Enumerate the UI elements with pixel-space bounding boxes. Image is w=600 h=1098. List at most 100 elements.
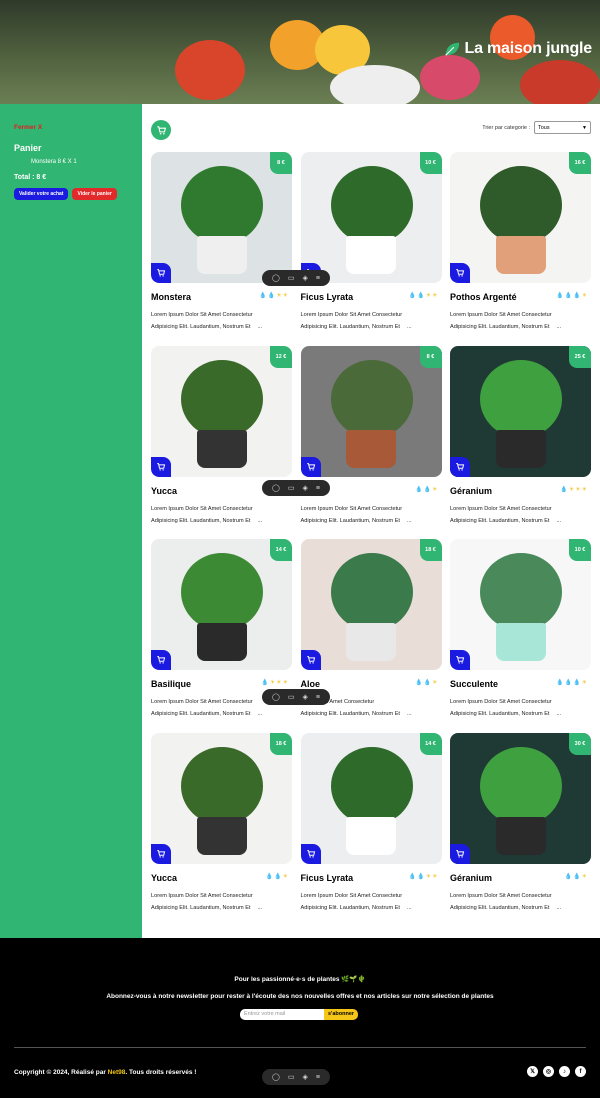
- read-more-ellipsis[interactable]: ...: [407, 711, 412, 717]
- water-drop-icon: 💧: [261, 680, 269, 686]
- product-card[interactable]: 8 € Monstera 💧 💧 ☀ ☀ Lorem Ipsum Dolor Sit Ame…: [151, 152, 292, 332]
- tag-icon[interactable]: ◈: [302, 484, 307, 492]
- cart-sidebar: Fermer X Panier Monstera 8 € X 1 Total :…: [0, 104, 142, 938]
- cart-item: Monstera 8 € X 1: [31, 159, 77, 165]
- newsletter-text: Abonnez-vous à notre newsletter pour res…: [106, 993, 494, 1000]
- product-card[interactable]: 25 € Géranium 💧 ☀ ☀ ☀ Lorem Ipsum Dolor Sit Am…: [450, 345, 591, 527]
- description-line: Adipisicing Elit. Laudantium, Nostrum Et…: [450, 902, 591, 914]
- add-to-cart-button[interactable]: [300, 456, 321, 477]
- floating-toolbar[interactable]: ◯ ▭ ◈ ≡: [262, 480, 330, 496]
- price-badge: 14 €: [419, 732, 442, 755]
- product-card[interactable]: 30 € Géranium 💧 💧 ☀ Lorem Ipsum Dolor Sit Ame…: [450, 732, 591, 914]
- product-image: 25 €: [450, 345, 591, 477]
- product-card[interactable]: 16 € Pothos Argenté 💧 💧 💧 ☀ Lorem Ipsum Dolor …: [450, 152, 591, 332]
- menu-icon[interactable]: ≡: [316, 694, 320, 701]
- validate-purchase-button[interactable]: Valider votre achat: [14, 188, 69, 200]
- email-field[interactable]: Entrez votre mail: [240, 1009, 324, 1020]
- menu-icon[interactable]: ≡: [316, 1074, 320, 1081]
- plant-foliage: [330, 553, 413, 631]
- read-more-ellipsis[interactable]: ...: [258, 518, 263, 524]
- add-to-cart-button[interactable]: [300, 650, 321, 670]
- sun-icon: ☀: [282, 680, 288, 686]
- inbox-icon[interactable]: ▭: [288, 484, 295, 492]
- tag-icon[interactable]: ◈: [302, 274, 307, 282]
- add-to-cart-button[interactable]: [450, 456, 470, 477]
- comment-icon[interactable]: ◯: [272, 693, 280, 701]
- add-to-cart-button[interactable]: [151, 263, 171, 283]
- product-card[interactable]: 8 € 💧 💧 ☀ Lorem Ipsum Dolor Sit Amet Consect…: [300, 345, 442, 526]
- add-to-cart-button[interactable]: [151, 456, 171, 477]
- sun-icon: ☀: [425, 293, 432, 299]
- comment-icon[interactable]: ◯: [272, 484, 280, 492]
- water-drop-icon: 💧: [573, 873, 581, 880]
- open-cart-button[interactable]: [151, 120, 171, 140]
- product-description: Lorem Ipsum Dolor Sit Amet Consectetur Ad…: [450, 503, 591, 527]
- menu-icon[interactable]: ≡: [316, 485, 320, 492]
- read-more-ellipsis[interactable]: ...: [557, 711, 562, 717]
- add-to-cart-button[interactable]: [450, 650, 470, 670]
- brand[interactable]: La maison jungle: [443, 40, 592, 58]
- plant-foliage: [181, 746, 263, 825]
- tag-icon[interactable]: ◈: [302, 1073, 307, 1081]
- comment-icon[interactable]: ◯: [272, 274, 280, 282]
- instagram-icon[interactable]: ◎: [543, 1066, 554, 1077]
- inbox-icon[interactable]: ▭: [288, 1073, 295, 1081]
- read-more-ellipsis[interactable]: ...: [407, 324, 412, 330]
- floating-toolbar[interactable]: ◯ ▭ ◈ ≡: [262, 270, 330, 286]
- sun-icon: ☀: [581, 293, 587, 299]
- tiktok-icon[interactable]: ♪: [559, 1066, 570, 1077]
- inbox-icon[interactable]: ▭: [288, 274, 295, 282]
- description-text: Adipisicing Elit. Laudantium, Nostrum Et: [450, 517, 550, 524]
- product-name: Ficus Lyrata: [300, 292, 354, 302]
- product-card[interactable]: 12 €Yucca💧Lorem Ipsum Dolor Sit Amet Con…: [151, 345, 292, 526]
- read-more-ellipsis[interactable]: ...: [557, 905, 562, 911]
- menu-icon[interactable]: ≡: [316, 275, 320, 282]
- price-badge: 18 €: [419, 539, 442, 561]
- water-drop-icon: 💧: [560, 486, 568, 493]
- sun-icon: ☀: [282, 873, 288, 880]
- description-line: Lorem Ipsum Dolor Sit Amet Consectetur: [450, 699, 552, 705]
- read-more-ellipsis[interactable]: ...: [407, 518, 412, 524]
- read-more-ellipsis[interactable]: ...: [557, 518, 562, 524]
- description-line: Lorem Ipsum Dolor Sit Amet Consectetur: [151, 892, 253, 899]
- add-to-cart-button[interactable]: [450, 263, 470, 283]
- subscribe-button[interactable]: s'abonner: [324, 1009, 359, 1020]
- inbox-icon[interactable]: ▭: [288, 693, 295, 701]
- product-name: Yucca: [151, 485, 178, 496]
- read-more-ellipsis[interactable]: ...: [258, 905, 263, 911]
- empty-cart-button[interactable]: Vider le panier: [72, 188, 117, 200]
- tag-icon[interactable]: ◈: [302, 693, 307, 701]
- add-to-cart-button[interactable]: [300, 843, 321, 864]
- description-line: Lorem Ipsum Dolor Sit Amet Consectetur: [151, 312, 253, 318]
- description-line: Adipisicing Elit. Laudantium, Nostrum Et…: [151, 902, 292, 914]
- product-card[interactable]: 10 € Ficus Lyrata 💧 💧 ☀ ☀ Lorem Ipsum Dolor Si…: [300, 152, 442, 332]
- read-more-ellipsis[interactable]: ...: [258, 711, 263, 717]
- product-card[interactable]: 10 € Succulente 💧 💧 💧 ☀ Lorem Ipsum Dolor Sit …: [450, 539, 591, 719]
- add-to-cart-button[interactable]: [151, 843, 171, 864]
- read-more-ellipsis[interactable]: ...: [407, 905, 412, 911]
- plant-foliage: [330, 359, 413, 438]
- floating-toolbar[interactable]: ◯ ▭ ◈ ≡: [262, 1069, 330, 1085]
- comment-icon[interactable]: ◯: [272, 1073, 280, 1081]
- read-more-ellipsis[interactable]: ...: [557, 324, 562, 330]
- cart-icon: [456, 656, 465, 664]
- close-cart-button[interactable]: Fermer X: [14, 124, 128, 131]
- product-card[interactable]: 18 € Yucca 💧 💧 ☀ Lorem Ipsum Dolor Sit Amet C…: [151, 732, 292, 914]
- author-link[interactable]: Net98: [108, 1069, 126, 1076]
- water-drop-icon: 💧: [564, 293, 573, 299]
- floating-toolbar[interactable]: ◯ ▭ ◈ ≡: [262, 689, 330, 705]
- category-select[interactable]: Tous ▼: [534, 121, 591, 134]
- x-icon[interactable]: 𝕏: [527, 1066, 538, 1077]
- add-to-cart-button[interactable]: [450, 843, 470, 864]
- price-badge: 18 €: [270, 732, 292, 755]
- product-image: 14 €: [300, 732, 442, 864]
- description-text: Adipisicing Elit. Laudantium, Nostrum Et: [300, 904, 401, 911]
- add-to-cart-button[interactable]: [151, 650, 171, 670]
- product-image: 18 €: [300, 539, 442, 670]
- product-description: Lorem Ipsum Dolor Sit Amet Consectetur Ad…: [450, 309, 591, 333]
- facebook-icon[interactable]: f: [575, 1066, 586, 1077]
- product-card[interactable]: 14 € Ficus Lyrata 💧 💧 ☀ ☀ Lorem Ipsum Dolor Si…: [300, 732, 442, 913]
- read-more-ellipsis[interactable]: ...: [258, 324, 263, 330]
- product-name: Ficus Lyrata: [300, 872, 354, 883]
- footer: Pour les passionné·e·s de plantes 🌿🌱🌵 Ab…: [0, 938, 600, 1098]
